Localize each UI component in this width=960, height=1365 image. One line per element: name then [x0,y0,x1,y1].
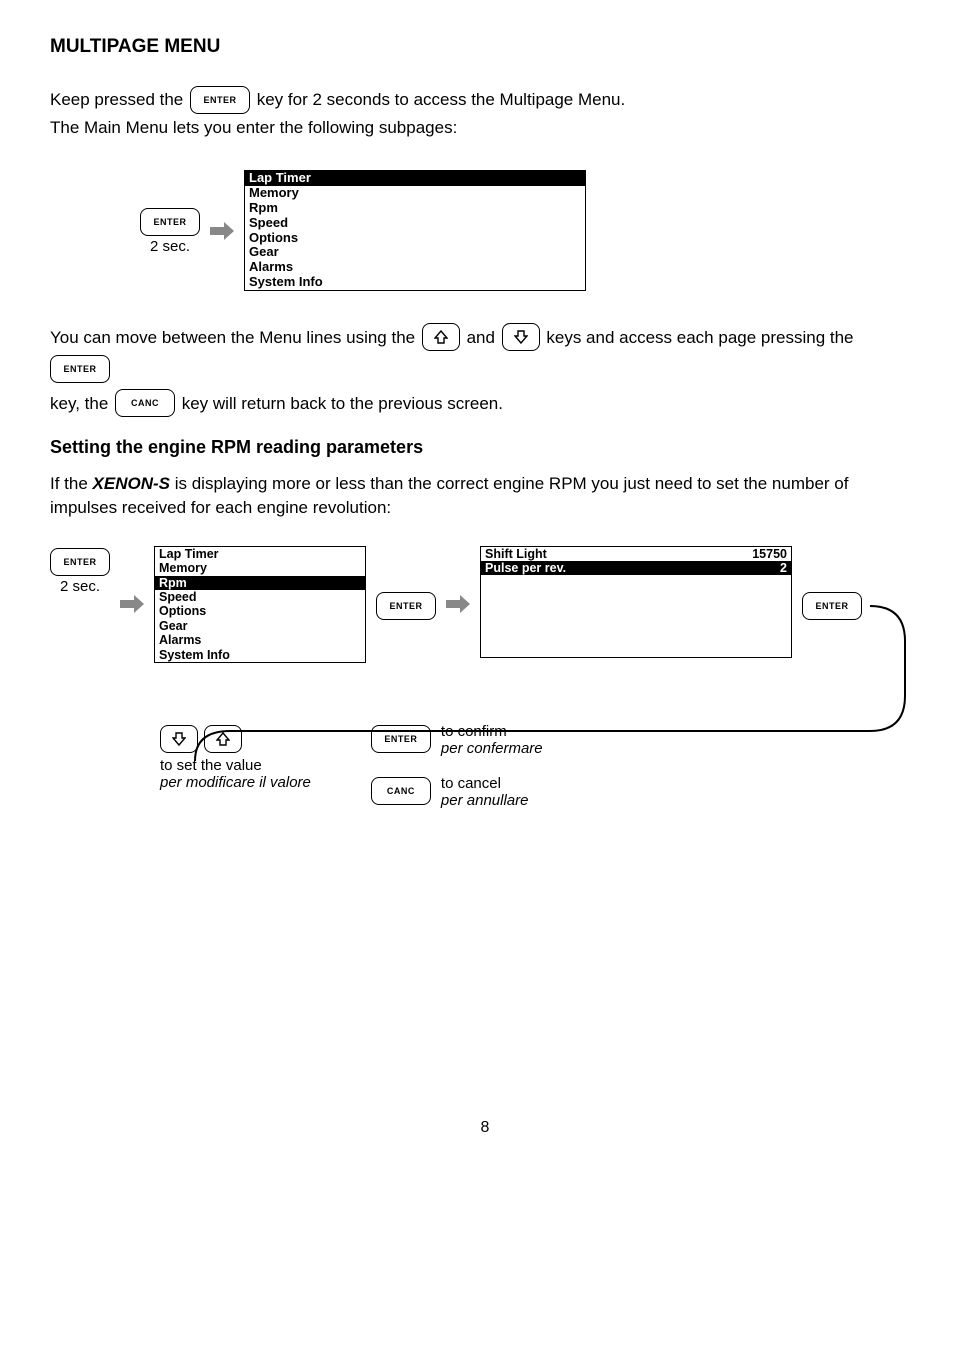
text: key, the [50,392,113,416]
arrow-down-key-icon [502,323,540,351]
enter-key-icon: ENTER [376,592,436,620]
menu-item: Lap Timer [245,171,585,186]
menu-item: Options [155,604,365,618]
set-value-label-en: to set the value [160,757,311,774]
menu-item: Lap Timer [155,547,365,561]
confirm-label-en: to confirm [441,723,543,740]
menu-item: Memory [155,561,365,575]
rpm-subheading: Setting the engine RPM reading parameter… [50,437,920,458]
text: If the [50,474,93,493]
text: key for 2 seconds to access the Multipag… [252,88,625,112]
menu-item: Speed [245,216,585,231]
two-sec-label: 2 sec. [150,238,190,255]
arrow-down-key-icon [160,725,198,753]
diagram-main-menu: ENTER 2 sec. Lap Timer Memory Rpm Speed … [140,170,920,292]
rpm-row-shift-light: Shift Light 15750 [481,547,791,561]
set-value-label-it: per modificare il valore [160,774,311,791]
nav-line-2: key, the CANC key will return back to th… [50,387,920,415]
menu-item: Memory [245,186,585,201]
page-number: 8 [50,1119,920,1137]
main-menu-screen: Lap Timer Memory Rpm Speed Options Gear … [244,170,586,292]
canc-key-icon: CANC [115,389,175,417]
main-menu-screen-rpm-selected: Lap Timer Memory Rpm Speed Options Gear … [154,546,366,663]
text: key will return back to the previous scr… [177,392,503,416]
value: 2 [780,561,787,575]
enter-key-icon: ENTER [50,548,110,576]
label: Pulse per rev. [485,561,566,575]
intro-line-2: The Main Menu lets you enter the followi… [50,116,920,140]
menu-item: Alarms [155,633,365,647]
intro-line-1: Keep pressed the ENTER key for 2 seconds… [50,84,920,112]
rpm-paragraph: If the XENON-S is displaying more or les… [50,472,920,520]
cancel-label-en: to cancel [441,775,529,792]
enter-key-icon: ENTER [190,86,250,114]
label: Shift Light [485,547,547,561]
text: You can move between the Menu lines usin… [50,326,420,350]
text: Keep pressed the [50,88,188,112]
text: and [462,326,500,350]
canc-key-icon: CANC [371,777,431,805]
enter-2sec-stack: ENTER 2 sec. [140,206,200,255]
menu-item: System Info [155,648,365,662]
cancel-label-it: per annullare [441,792,529,809]
nav-line-1: You can move between the Menu lines usin… [50,321,920,381]
diagram-rpm-setting: ENTER 2 sec. Lap Timer Memory Rpm Speed … [50,546,920,809]
confirm-cancel-block: ENTER to confirm per confermare CANC to … [371,723,543,809]
menu-item: Rpm [245,201,585,216]
rpm-settings-screen: Shift Light 15750 Pulse per rev. 2 [480,546,792,658]
menu-item: Alarms [245,260,585,275]
arrow-right-icon [446,595,470,613]
menu-item: Gear [155,619,365,633]
menu-item: Speed [155,590,365,604]
text: is displaying more or less than the corr… [50,474,848,517]
enter-key-icon: ENTER [371,725,431,753]
text: keys and access each page pressing the [542,326,859,350]
enter-key-icon: ENTER [140,208,200,236]
menu-item: System Info [245,275,585,290]
rpm-row-pulse-per-rev: Pulse per rev. 2 [481,561,791,575]
enter-2sec-stack: ENTER 2 sec. [50,546,110,595]
arrow-up-key-icon [204,725,242,753]
enter-key-icon: ENTER [50,355,110,383]
menu-item: Gear [245,245,585,260]
set-value-block: to set the value per modificare il valor… [160,723,311,791]
menu-item: Options [245,231,585,246]
page-title: MULTIPAGE MENU [50,36,920,58]
arrow-right-icon [210,222,234,240]
confirm-label-it: per confermare [441,740,543,757]
value: 15750 [752,547,787,561]
arrow-up-key-icon [422,323,460,351]
menu-item: Rpm [155,576,365,590]
two-sec-label: 2 sec. [60,578,100,595]
arrow-right-icon [120,595,144,613]
enter-key-icon: ENTER [802,592,862,620]
product-name: XENON-S [93,474,170,493]
